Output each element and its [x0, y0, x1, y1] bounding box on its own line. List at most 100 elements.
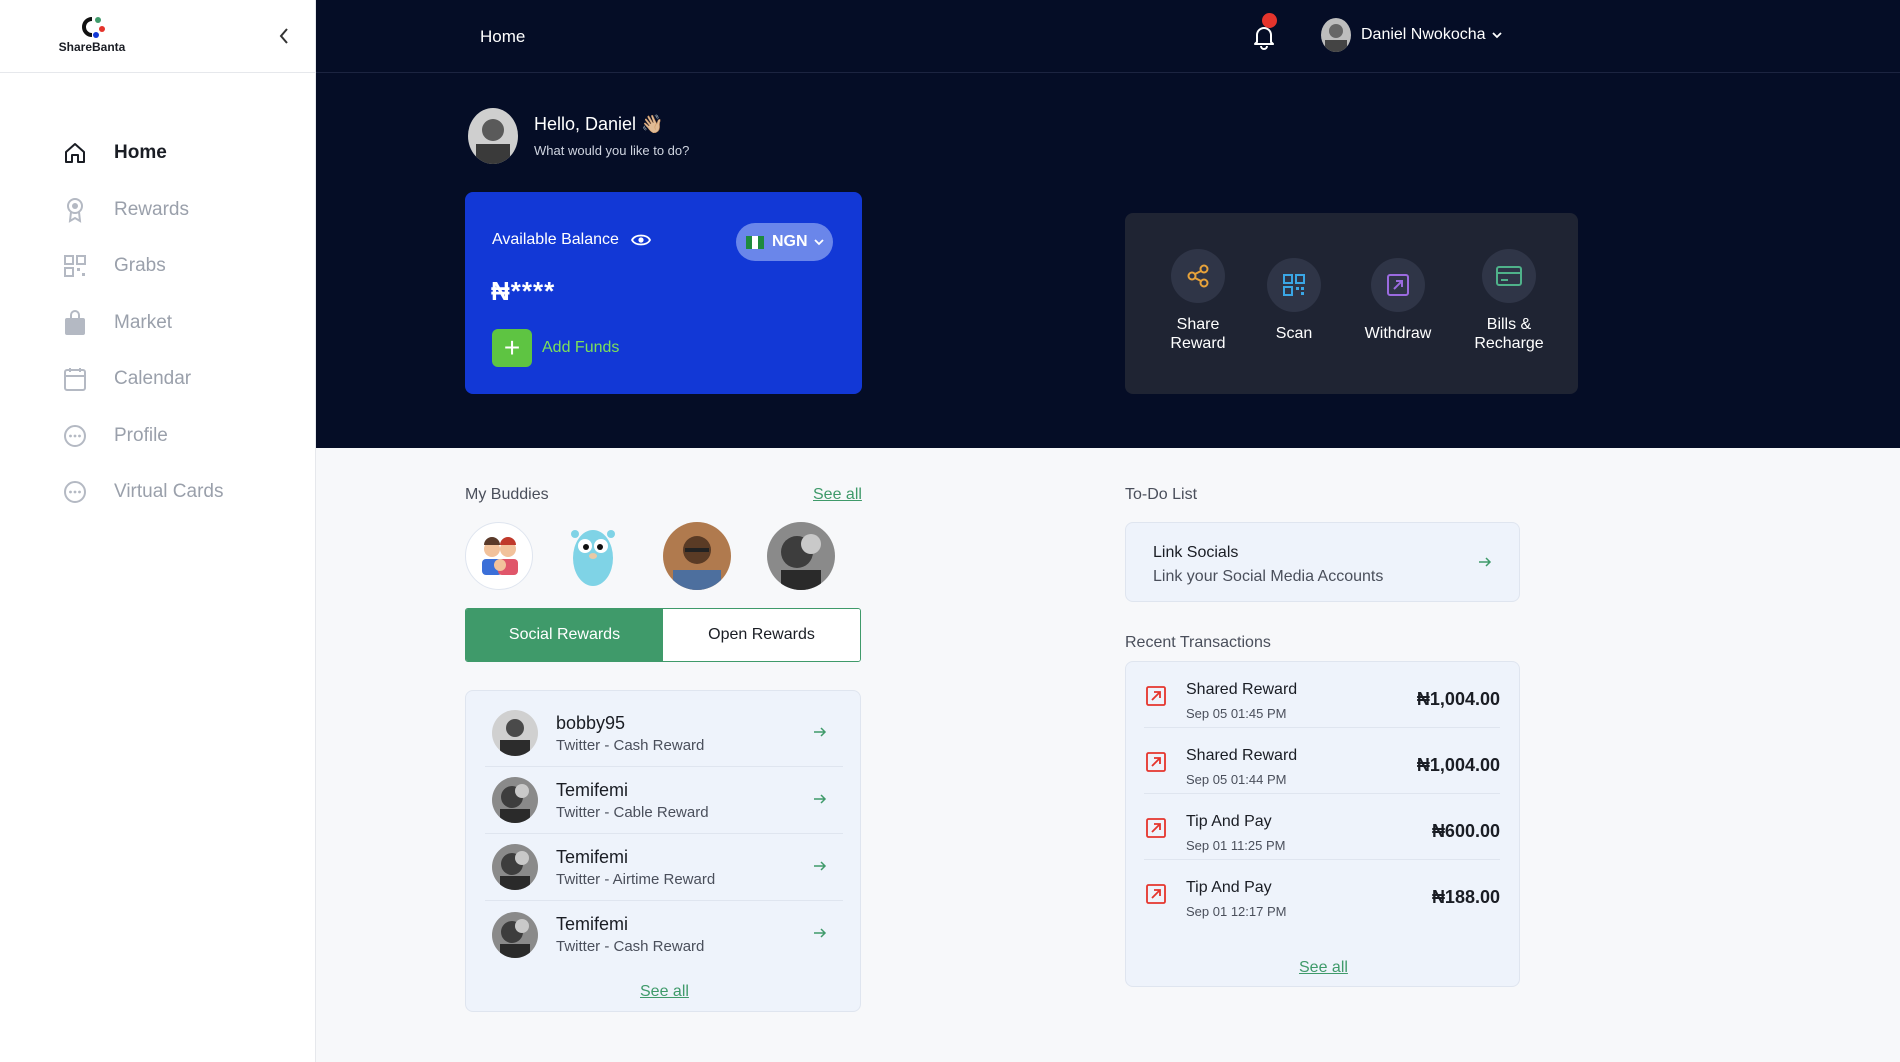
outgoing-icon: [1146, 818, 1166, 838]
list-item[interactable]: bobby95 Twitter - Cash Reward: [485, 700, 843, 767]
sidebar-item-home[interactable]: Home: [62, 125, 223, 182]
transactions-title: Recent Transactions: [1125, 634, 1271, 651]
dots-circle-icon: [62, 423, 88, 449]
add-funds-label: Add Funds: [542, 339, 620, 356]
user-menu[interactable]: Daniel Nwokocha: [1321, 18, 1502, 52]
balance-value: ₦****: [491, 276, 556, 306]
share-icon: [1171, 249, 1225, 303]
reward-name: Temifemi: [556, 846, 629, 867]
transaction-name: Tip And Pay: [1186, 813, 1272, 830]
buddies-see-all-link[interactable]: See all: [813, 486, 862, 504]
scan-button[interactable]: Scan: [1249, 258, 1339, 343]
quick-actions: Share Reward Scan Withdraw Bills & Recha…: [1125, 213, 1578, 394]
reward-desc: Twitter - Cable Reward: [556, 803, 709, 821]
reward-name: Temifemi: [556, 914, 629, 934]
currency-selector[interactable]: NGN: [736, 223, 833, 261]
transaction-row[interactable]: Tip And Pay Sep 01 11:25 PM ₦600.00: [1144, 794, 1500, 860]
top-bar: Home Daniel Nwokocha: [316, 0, 1900, 73]
hero-section: Home Daniel Nwokocha Hello, Daniel 👋🏼 Wh…: [316, 0, 1900, 448]
todo-item-link-socials[interactable]: Link Socials Link your Social Media Acco…: [1125, 522, 1520, 602]
sidebar-header: ShareBanta: [0, 0, 315, 73]
avatar: [492, 844, 538, 890]
outgoing-icon: [1146, 884, 1166, 904]
sidebar-item-rewards[interactable]: Rewards: [62, 182, 223, 239]
sidebar-item-label: Calendar: [114, 368, 192, 390]
transaction-date: Sep 05 01:44 PM: [1186, 772, 1287, 787]
rewards-see-all-link[interactable]: See all: [640, 983, 689, 1001]
arrow-right-icon: [814, 861, 827, 871]
currency-code: NGN: [772, 233, 808, 250]
greeting-title: Hello, Daniel 👋🏼: [534, 114, 664, 134]
list-item[interactable]: Temifemi Twitter - Cash Reward: [485, 901, 843, 968]
transaction-date: Sep 05 01:45 PM: [1186, 706, 1287, 721]
buddy-avatar[interactable]: [465, 522, 533, 590]
transaction-row[interactable]: Tip And Pay Sep 01 12:17 PM ₦188.00: [1144, 860, 1500, 926]
plus-icon: +: [492, 329, 532, 367]
sidebar-item-calendar[interactable]: Calendar: [62, 351, 223, 408]
sidebar-item-label: Profile: [114, 424, 168, 446]
add-funds-button[interactable]: + Add Funds: [492, 329, 619, 367]
transaction-amount: ₦1,004.00: [1416, 755, 1500, 775]
transaction-name: Shared Reward: [1186, 681, 1298, 698]
calendar-icon: [62, 366, 88, 392]
sidebar-item-label: Grabs: [114, 255, 166, 277]
tab-open-rewards[interactable]: Open Rewards: [663, 609, 860, 661]
reward-desc: Twitter - Cash Reward: [556, 938, 705, 955]
brand-logo[interactable]: ShareBanta: [54, 14, 130, 54]
arrow-right-icon: [814, 928, 827, 938]
card-icon: [1482, 249, 1536, 303]
sidebar-item-market[interactable]: Market: [62, 295, 223, 352]
avatar: [492, 710, 538, 756]
award-icon: [62, 197, 88, 223]
sidebar-item-label: Rewards: [114, 198, 189, 220]
sidebar-item-profile[interactable]: Profile: [62, 408, 223, 465]
sidebar: ShareBanta Home Rewards Grabs Market Cal…: [0, 0, 316, 1062]
brand-name: ShareBanta: [58, 40, 126, 54]
buddies-title: My Buddies: [465, 486, 549, 503]
qr-icon: [1267, 258, 1321, 312]
sidebar-item-grabs[interactable]: Grabs: [62, 238, 223, 295]
transaction-name: Shared Reward: [1186, 747, 1298, 764]
buddy-avatar[interactable]: [663, 522, 731, 590]
arrow-right-icon: [814, 727, 827, 737]
tab-social-rewards[interactable]: Social Rewards: [466, 609, 663, 661]
transaction-amount: ₦600.00: [1431, 821, 1500, 841]
list-item[interactable]: Temifemi Twitter - Cable Reward: [485, 767, 843, 834]
action-label: Bills & Recharge: [1474, 316, 1544, 352]
transaction-row[interactable]: Shared Reward Sep 05 01:44 PM ₦1,004.00: [1144, 728, 1500, 794]
breadcrumb[interactable]: Home: [480, 27, 525, 47]
greeting: Hello, Daniel 👋🏼 What would you like to …: [468, 108, 689, 164]
transaction-row[interactable]: Shared Reward Sep 05 01:45 PM ₦1,004.00: [1144, 662, 1500, 728]
collapse-sidebar-button[interactable]: [272, 24, 296, 48]
transactions-see-all-link[interactable]: See all: [1299, 959, 1348, 977]
buddy-avatar[interactable]: [767, 522, 835, 590]
eye-icon[interactable]: [630, 233, 651, 247]
nigeria-flag-icon: [746, 235, 764, 249]
action-label: Share Reward: [1170, 316, 1226, 352]
balance-label: Available Balance: [492, 231, 619, 248]
action-label: Scan: [1275, 325, 1313, 342]
buddy-avatar[interactable]: [559, 522, 627, 590]
greeting-subtitle: What would you like to do?: [534, 143, 690, 158]
todo-item-desc: Link your Social Media Accounts: [1153, 568, 1384, 585]
withdraw-button[interactable]: Withdraw: [1353, 258, 1443, 343]
sidebar-item-label: Home: [114, 142, 167, 164]
share-reward-button[interactable]: Share Reward: [1153, 249, 1243, 353]
reward-desc: Twitter - Cash Reward: [556, 736, 705, 754]
bag-icon: [62, 309, 88, 336]
grid-icon: [62, 253, 88, 279]
chevron-down-icon: [813, 239, 824, 246]
todo-item-title: Link Socials: [1153, 544, 1239, 561]
chevron-down-icon: [1491, 32, 1502, 39]
sidebar-item-virtual-cards[interactable]: Virtual Cards: [62, 464, 223, 521]
sidebar-item-label: Market: [114, 311, 173, 333]
arrow-right-icon: [1479, 557, 1492, 567]
reward-name: Temifemi: [556, 779, 629, 800]
dots-circle-icon: [62, 479, 88, 505]
reward-desc: Twitter - Airtime Reward: [556, 870, 716, 888]
balance-card: Available Balance NGN ₦**** + Add Funds: [465, 192, 862, 394]
avatar: [1321, 18, 1351, 52]
bills-recharge-button[interactable]: Bills & Recharge: [1464, 249, 1554, 353]
list-item[interactable]: Temifemi Twitter - Airtime Reward: [485, 834, 843, 901]
balance-label-row: Available Balance: [492, 231, 651, 249]
